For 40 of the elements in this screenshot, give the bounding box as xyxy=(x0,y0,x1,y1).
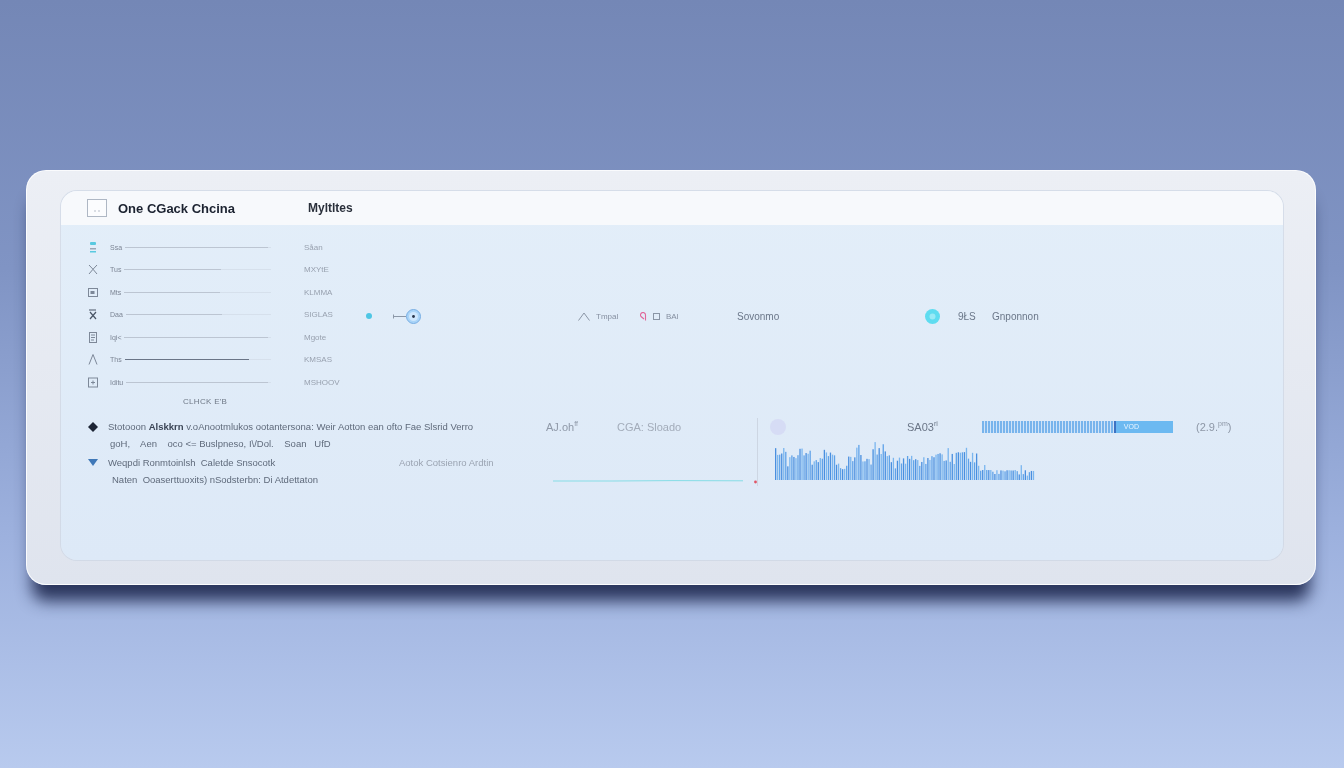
slider-icon[interactable] xyxy=(393,308,421,324)
summary-label: AJ.oh$^{ff}$ xyxy=(546,420,579,433)
stat-label: SA03$^{ri}$ xyxy=(907,420,939,433)
square-icon xyxy=(87,199,107,217)
dot-icon xyxy=(366,313,372,319)
chevron-up-icon[interactable] xyxy=(88,354,98,366)
stat-reading: (2.9.$^{pm}$) xyxy=(1196,420,1233,433)
sidebar-value: Såan xyxy=(304,242,324,252)
cross-icon[interactable] xyxy=(88,264,98,276)
sidebar-value: MXYtE xyxy=(304,265,330,275)
square-icon xyxy=(653,312,660,320)
status-dot-icon xyxy=(925,308,940,324)
section-title: Myltltes xyxy=(308,201,353,215)
triangle-bullet-icon xyxy=(88,459,98,466)
toolbar-label: 9ŁS xyxy=(958,310,976,322)
app-title: One CGack Chcina xyxy=(118,200,237,216)
sidebar-value: Mgote xyxy=(304,332,328,342)
note-text: goH, Aen oco <= Buslpneso, I\/Dol. Soan UfD xyxy=(109,438,331,449)
note-text: Stotooon Alskkrn v.oAnootmlukos ootantersona: Weir Aotton ean ofto Fae Slsrid Verro xyxy=(108,421,474,432)
note-aside: Aotok Cotsienro Ardtin xyxy=(399,457,494,468)
footer-button[interactable]: CLHCK E'B xyxy=(183,394,228,409)
window-icon[interactable] xyxy=(88,286,98,298)
toolbar-label: Sovonmo xyxy=(737,310,780,322)
loop-icon xyxy=(640,311,647,321)
plus-square-icon[interactable] xyxy=(88,376,98,388)
toolbar-label: Gnponnon xyxy=(992,310,1039,322)
sidebar-value: SIGLAS xyxy=(304,310,334,320)
sidebar-value: KMSAS xyxy=(304,355,333,365)
document-icon[interactable] xyxy=(88,331,98,343)
sidebar-value: MSHOOV xyxy=(304,377,341,387)
toolbar-label: Tmpal xyxy=(596,311,619,321)
toolbar-label: BAl xyxy=(666,311,679,321)
note-text: Naten Ooaserttuoxits) nSodsterbn: Di Atdettaton xyxy=(111,474,318,485)
bars-icon[interactable] xyxy=(88,241,98,253)
diamond-bullet-icon xyxy=(88,421,98,432)
note-text: Weqpdi Ronmtoinlsh Caletde Snsocotk xyxy=(108,457,277,468)
cross-icon[interactable] xyxy=(88,309,98,321)
sidebar-value: KLMMA xyxy=(304,287,334,297)
chevron-up-icon xyxy=(578,311,590,321)
summary-caption: CGA: Sloado xyxy=(617,420,682,433)
